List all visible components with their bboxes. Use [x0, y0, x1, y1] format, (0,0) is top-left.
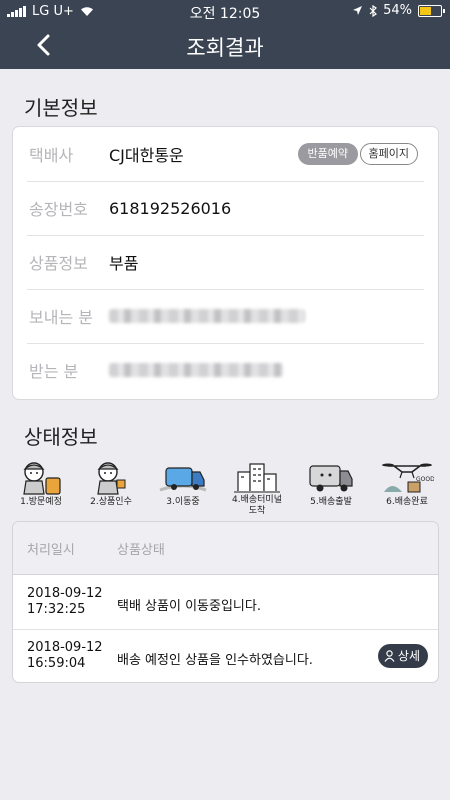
- step-label: 1.방문예정: [20, 497, 62, 507]
- step-6: GOOD 6.배송완료: [374, 460, 440, 508]
- sender-blurred-value: [109, 309, 305, 323]
- row-status: 택배 상품이 이동중입니다.: [117, 599, 261, 614]
- detail-button-label: 상세: [397, 649, 420, 663]
- row-time: 16:59:04: [27, 656, 86, 671]
- step-4: 4.배송터미널 도착: [224, 460, 290, 517]
- step-label: 6.배송완료: [386, 497, 428, 507]
- location-icon: [353, 6, 363, 15]
- tracking-number-value: 618192526016: [109, 198, 232, 218]
- info-row-receiver: 받는 분: [27, 343, 424, 397]
- truck-moving-icon: [159, 467, 207, 492]
- detail-button[interactable]: 상세: [377, 644, 428, 668]
- nav-bar: 조회결과: [0, 22, 450, 69]
- row-datetime: 2018-09-12 17:32:25: [27, 586, 103, 618]
- page-title: 조회결과: [186, 36, 264, 60]
- courier-visit-icon: [23, 462, 61, 495]
- bluetooth-icon: [369, 4, 378, 17]
- status-bar: LG U+ 오전 12:05 54%: [0, 0, 450, 22]
- return-reservation-button[interactable]: 반품예약: [297, 143, 358, 165]
- tracking-history-table: 처리일시 상품상태 2018-09-12 17:32:25 택배 상품이 이동중…: [12, 521, 439, 683]
- delivery-steps: 1.방문예정 2.상품인수 3.이동중 4.배송터미널 도착 5.배송출발 GO…: [12, 460, 438, 522]
- battery-icon: [418, 4, 445, 17]
- step-label: 2.상품인수: [90, 497, 132, 507]
- courier-pickup-icon: [97, 462, 126, 495]
- row-date: 2018-09-12: [27, 640, 103, 655]
- step-5: 5.배송출발: [298, 460, 364, 508]
- step-1: 1.방문예정: [8, 460, 74, 508]
- info-label: 받는 분: [29, 362, 79, 381]
- info-row-courier: 택배사 CJ대한통운 반품예약 홈페이지: [27, 127, 424, 182]
- terminal-building-icon: [234, 463, 280, 493]
- status-info-heading: 상태정보: [24, 425, 98, 449]
- table-row: 2018-09-12 16:59:04 배송 예정인 상품을 인수하였습니다. …: [13, 629, 438, 682]
- info-label: 송장번호: [29, 200, 88, 219]
- step-label: 3.이동중: [166, 497, 200, 507]
- receiver-blurred-value: [109, 363, 283, 377]
- product-value: 부품: [109, 254, 139, 273]
- top-bar: LG U+ 오전 12:05 54% 조회결과: [0, 0, 450, 69]
- row-time: 17:32:25: [27, 602, 86, 617]
- basic-info-heading: 기본정보: [24, 96, 98, 120]
- info-label: 상품정보: [29, 254, 88, 273]
- column-header-status: 상품상태: [117, 543, 165, 558]
- column-header-datetime: 처리일시: [27, 543, 75, 558]
- step-3: 3.이동중: [150, 460, 216, 508]
- svg-text:GOOD: GOOD: [416, 476, 434, 483]
- courier-value: CJ대한통운: [109, 146, 184, 165]
- step-2: 2.상품인수: [78, 460, 144, 508]
- person-icon: [384, 650, 395, 662]
- basic-info-card: 택배사 CJ대한통운 반품예약 홈페이지 송장번호 618192526016 상…: [12, 126, 439, 400]
- info-label: 보내는 분: [29, 308, 93, 327]
- battery-percent: 54%: [383, 3, 412, 18]
- step-label: 4.배송터미널 도착: [232, 495, 282, 516]
- table-header: 처리일시 상품상태: [13, 522, 438, 575]
- truck-departure-icon: [309, 465, 353, 492]
- table-row: 2018-09-12 17:32:25 택배 상품이 이동중입니다.: [13, 575, 438, 630]
- info-row-sender: 보내는 분: [27, 289, 424, 344]
- info-row-product: 상품정보 부품: [27, 235, 424, 290]
- step-label: 5.배송출발: [310, 497, 352, 507]
- row-datetime: 2018-09-12 16:59:04: [27, 640, 103, 672]
- info-row-tracking: 송장번호 618192526016: [27, 181, 424, 236]
- homepage-button[interactable]: 홈페이지: [359, 143, 418, 165]
- row-date: 2018-09-12: [27, 586, 103, 601]
- info-label: 택배사: [29, 146, 74, 165]
- row-status: 배송 예정인 상품을 인수하였습니다.: [117, 653, 313, 668]
- drone-delivery-icon: GOOD: [382, 463, 434, 493]
